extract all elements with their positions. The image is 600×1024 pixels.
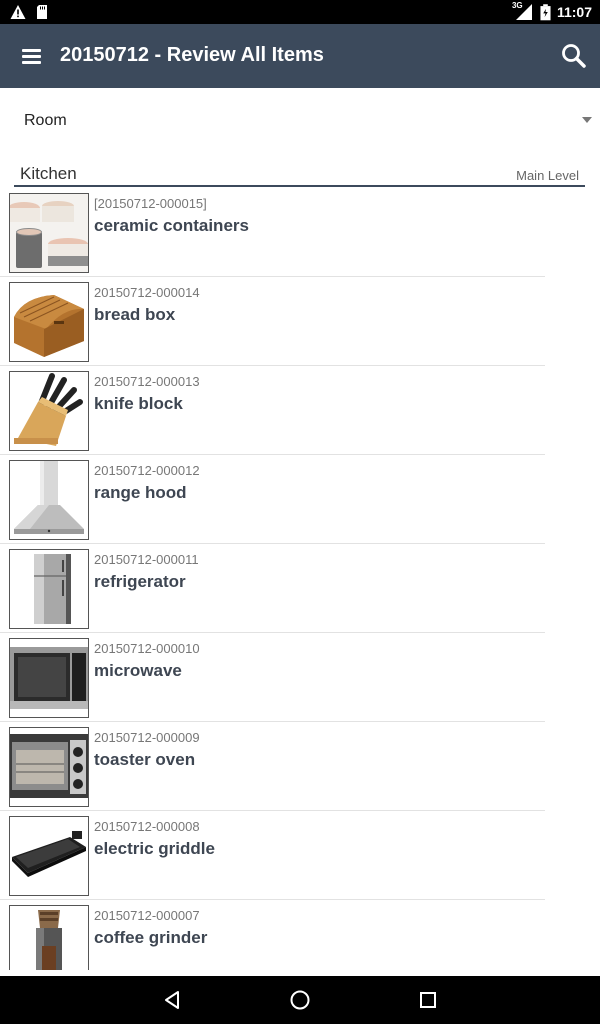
item-name: knife block <box>94 394 183 413</box>
list-item[interactable]: 20150712-000012 range hood <box>0 455 600 544</box>
back-icon <box>165 991 179 1009</box>
bread-box-photo <box>9 282 89 362</box>
recents-icon <box>420 992 436 1008</box>
list-item[interactable]: 20150712-000008 electric griddle <box>0 811 600 900</box>
item-id: 20150712-000010 <box>94 641 200 656</box>
sd-card-icon <box>37 5 47 19</box>
warning-icon <box>10 5 26 19</box>
status-bar: 3G 11:07 <box>0 0 600 24</box>
page-title: 20150712 - Review All Items <box>60 44 324 66</box>
app-bar: 20150712 - Review All Items <box>0 24 600 88</box>
list-item[interactable]: 20150712-000011 refrigerator <box>0 544 600 633</box>
room-dropdown-value: Room <box>24 112 67 129</box>
list-item[interactable]: [20150712-000015] ceramic containers <box>0 188 600 277</box>
knife-block-photo <box>9 371 89 451</box>
home-icon <box>290 990 310 1010</box>
search-icon <box>562 44 586 68</box>
room-dropdown[interactable]: Room <box>0 88 600 152</box>
item-id: 20150712-000012 <box>94 463 200 478</box>
item-id: 20150712-000013 <box>94 374 200 389</box>
range-hood-photo <box>9 460 89 540</box>
item-list[interactable]: [20150712-000015] ceramic containers 201… <box>0 188 600 970</box>
list-item[interactable]: 20150712-000014 bread box <box>0 277 600 366</box>
microwave-photo <box>9 638 89 718</box>
battery-icon <box>540 3 551 20</box>
menu-icon <box>22 49 41 52</box>
item-name: microwave <box>94 661 182 680</box>
toaster-oven-photo <box>9 727 89 807</box>
coffee-grinder-photo <box>9 905 89 970</box>
back-button[interactable] <box>160 988 184 1012</box>
list-item[interactable]: 20150712-000010 microwave <box>0 633 600 722</box>
list-item[interactable]: 20150712-000009 toaster oven <box>0 722 600 811</box>
home-button[interactable] <box>288 988 312 1012</box>
item-name: electric griddle <box>94 839 215 858</box>
item-name: refrigerator <box>94 572 186 591</box>
refrigerator-photo <box>9 549 89 629</box>
system-nav-bar <box>0 976 600 1024</box>
section-subtitle: Main Level <box>516 168 579 183</box>
section-title: Kitchen <box>20 164 77 183</box>
electric-griddle-photo <box>9 816 89 896</box>
list-item[interactable]: 20150712-000013 knife block <box>0 366 600 455</box>
recents-button[interactable] <box>416 988 440 1012</box>
ceramic-containers-photo <box>9 193 89 273</box>
item-id: 20150712-000009 <box>94 730 200 745</box>
item-id: 20150712-000014 <box>94 285 200 300</box>
section-header: Kitchen Main Level <box>14 162 585 187</box>
list-item[interactable]: 20150712-000007 coffee grinder <box>0 900 600 970</box>
item-name: toaster oven <box>94 750 196 769</box>
item-name: bread box <box>94 305 176 324</box>
item-id: [20150712-000015] <box>94 196 207 211</box>
menu-button[interactable] <box>16 44 48 68</box>
item-id: 20150712-000007 <box>94 908 200 923</box>
screen: 3G 11:07 20150712 - Review All Items Roo… <box>0 0 600 1024</box>
dropdown-caret-icon <box>582 117 592 123</box>
item-name: range hood <box>94 483 187 502</box>
item-name: coffee grinder <box>94 928 208 947</box>
status-time: 11:07 <box>556 4 592 20</box>
item-name: ceramic containers <box>94 216 249 235</box>
signal-icon <box>515 4 532 20</box>
item-id: 20150712-000011 <box>94 552 199 567</box>
search-button[interactable] <box>558 40 590 72</box>
item-id: 20150712-000008 <box>94 819 200 834</box>
